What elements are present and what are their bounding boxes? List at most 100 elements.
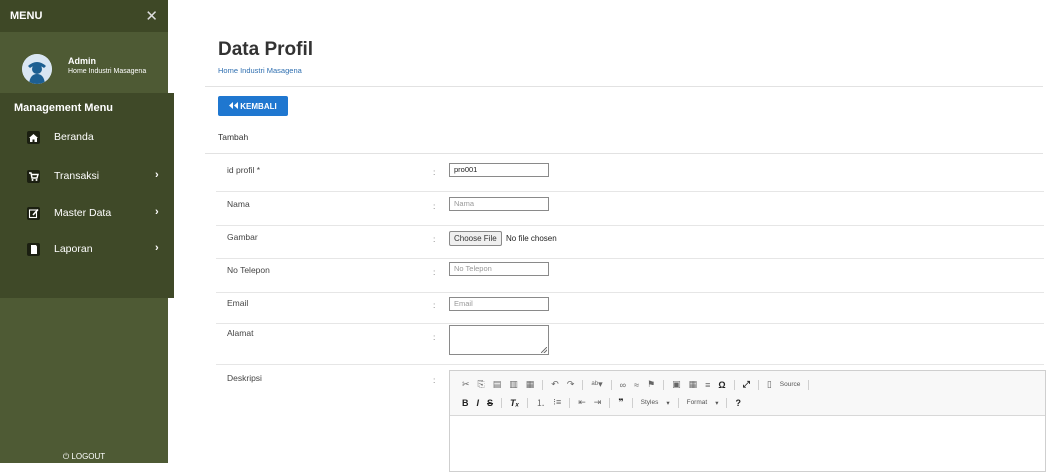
italic-icon[interactable]: I — [475, 398, 482, 408]
logout-button[interactable]: ⏻ LOGOUT — [0, 452, 168, 462]
source-icon[interactable]: ▯ — [765, 379, 774, 390]
nama-input[interactable]: Nama — [449, 197, 549, 211]
file-status: No file chosen — [506, 234, 557, 243]
logout-label: LOGOUT — [71, 452, 106, 461]
chevron-right-icon: › — [155, 242, 159, 254]
sidebar-item-master-data[interactable]: Master Data › — [0, 197, 174, 230]
toolbar-separator — [542, 379, 544, 390]
help-button[interactable]: ? — [733, 398, 743, 408]
table-icon[interactable]: ▦ — [687, 379, 700, 390]
form-row-alamat: Alamat : — [216, 323, 1044, 365]
sidebar-item-label: Master Data — [54, 207, 112, 219]
chevron-down-icon[interactable]: ▾ — [664, 399, 671, 407]
alamat-textarea[interactable] — [449, 325, 549, 355]
paste-icon[interactable]: ▤ — [491, 379, 504, 390]
form-row-nama: Nama : Nama — [216, 191, 1044, 226]
blockquote-icon[interactable]: ❞ — [616, 397, 625, 408]
close-icon[interactable]: ✕ — [145, 7, 158, 25]
toolbar-separator — [527, 397, 529, 408]
bold-icon[interactable]: B — [460, 398, 471, 408]
email-input[interactable]: Email — [449, 297, 549, 311]
outdent-icon[interactable]: ⇤ — [576, 397, 588, 408]
field-label: No Telepon — [227, 265, 270, 275]
header-divider — [205, 86, 1043, 87]
toolbar-separator — [501, 397, 503, 408]
field-colon: : — [433, 300, 436, 310]
resize-grip[interactable] — [541, 347, 547, 353]
field-label: id profil * — [227, 165, 261, 175]
toolbar-separator — [631, 397, 633, 408]
remove-format-icon[interactable]: Tₓ — [508, 398, 521, 408]
unlink-icon[interactable]: ≈ — [632, 380, 641, 390]
maximize-icon[interactable]: ⤢ — [741, 379, 752, 390]
form-row-gambar: Gambar : Choose File No file chosen — [216, 225, 1044, 259]
sidebar-header: MENU ✕ — [0, 0, 168, 32]
toolbar-separator — [582, 379, 584, 390]
toolbar-separator — [808, 379, 810, 390]
back-button[interactable]: KEMBALI — [218, 96, 288, 116]
back-button-label: KEMBALI — [240, 101, 277, 111]
cart-icon — [27, 170, 40, 183]
sidebar-item-transaksi[interactable]: Transaksi › — [0, 160, 174, 193]
page-title: Data Profil — [218, 39, 314, 60]
no-telepon-input[interactable]: No Telepon — [449, 262, 549, 276]
toolbar-separator — [677, 397, 679, 408]
paste-text-icon[interactable]: ▥ — [507, 379, 520, 390]
sidebar-item-beranda[interactable]: Beranda — [0, 121, 174, 154]
format-dropdown[interactable]: Format — [685, 399, 710, 406]
power-icon: ⏻ — [62, 452, 70, 461]
field-label: Nama — [227, 199, 250, 209]
toolbar-separator — [610, 379, 612, 390]
sidebar-item-label: Beranda — [54, 131, 94, 143]
avatar — [22, 54, 52, 84]
toolbar-separator — [609, 397, 611, 408]
styles-dropdown[interactable]: Styles — [639, 399, 661, 406]
source-button[interactable]: Source — [778, 381, 803, 388]
strike-icon[interactable]: S — [485, 398, 495, 408]
home-icon — [27, 131, 40, 144]
choose-file-button[interactable]: Choose File — [449, 231, 502, 246]
field-label: Email — [227, 298, 249, 308]
user-name: Admin — [68, 56, 96, 66]
special-char-icon[interactable]: Ω — [716, 380, 727, 390]
menu-title: MENU — [10, 10, 43, 22]
edit-icon — [27, 207, 40, 220]
cut-icon[interactable]: ✂ — [460, 379, 472, 390]
id-profil-input[interactable]: pro001 — [449, 163, 549, 177]
numbered-list-icon[interactable]: ⒈ — [534, 396, 547, 409]
document-icon — [27, 243, 40, 256]
section-title: Tambah — [218, 132, 249, 142]
field-colon: : — [433, 234, 436, 244]
field-colon: : — [433, 267, 436, 277]
toolbar-separator — [733, 379, 735, 390]
undo-icon[interactable]: ↶ — [549, 379, 561, 390]
indent-icon[interactable]: ⇥ — [592, 397, 604, 408]
toolbar-separator — [726, 397, 728, 408]
chevron-right-icon: › — [155, 206, 159, 218]
breadcrumb[interactable]: Home Industri Masagena — [218, 66, 302, 75]
copy-icon[interactable]: ⎘ — [476, 379, 487, 390]
field-colon: : — [433, 167, 436, 177]
image-icon[interactable]: ▣ — [670, 379, 683, 390]
double-chevron-left-icon — [229, 101, 239, 111]
sidebar-item-laporan[interactable]: Laporan › — [0, 233, 174, 266]
field-colon: : — [433, 201, 436, 211]
spellcheck-icon[interactable]: ᵃᵇ▾ — [589, 379, 604, 390]
bulleted-list-icon[interactable]: ⁝≡ — [551, 397, 563, 408]
form-row-email: Email : Email — [216, 292, 1044, 324]
chevron-down-icon[interactable]: ▾ — [713, 399, 720, 407]
anchor-icon[interactable]: ⚑ — [645, 379, 657, 390]
sidebar-item-label: Laporan — [54, 243, 93, 255]
rich-text-editor[interactable]: ✂ ⎘ ▤ ▥ ▦ ↶ ↷ ᵃᵇ▾ ∞ ≈ ⚑ ▣ ▦ ≡ Ω ⤢ ▯ Sour… — [449, 370, 1046, 472]
field-label: Deskripsi — [227, 373, 262, 383]
link-icon[interactable]: ∞ — [618, 380, 628, 390]
field-label: Alamat — [227, 328, 254, 338]
field-label: Gambar — [227, 232, 258, 242]
paste-word-icon[interactable]: ▦ — [524, 379, 537, 390]
horizontal-line-icon[interactable]: ≡ — [703, 380, 712, 390]
redo-icon[interactable]: ↷ — [565, 379, 577, 390]
toolbar-separator — [757, 379, 759, 390]
user-subtitle: Home Industri Masagena — [68, 68, 147, 75]
form-row-no-telepon: No Telepon : No Telepon — [216, 258, 1044, 293]
chevron-right-icon: › — [155, 169, 159, 181]
